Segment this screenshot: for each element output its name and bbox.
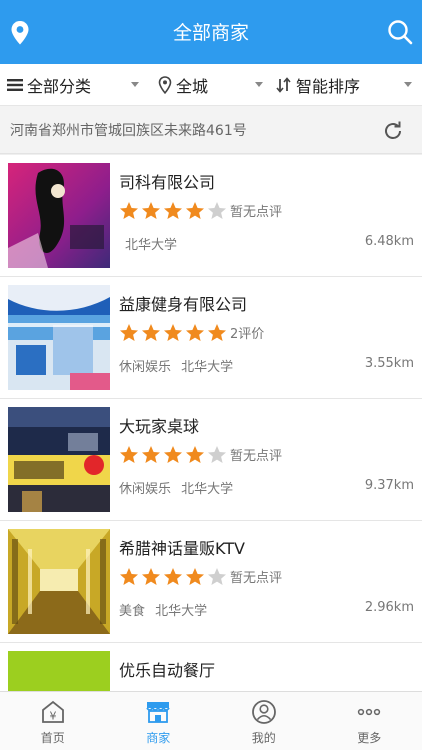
shop-thumbnail xyxy=(8,407,110,512)
tab-home[interactable]: ¥ 首页 xyxy=(0,692,106,750)
more-icon xyxy=(358,708,381,716)
shop-list: 司科有限公司 暂无点评 北华大学 6.48km 益康健身有限公司 2评价 休闲娱… xyxy=(0,155,422,691)
rating-stars xyxy=(119,445,229,465)
tab-label: 首页 xyxy=(40,731,65,745)
filter-bar: 全部分类 全城 智能排序 xyxy=(0,64,422,106)
shop-tag: 休闲娱乐 xyxy=(119,360,172,375)
shop-tags: 北华大学 xyxy=(125,234,183,253)
area-filter-label: 全城 xyxy=(176,77,209,96)
rating-stars xyxy=(119,323,229,343)
star-icon xyxy=(142,324,160,341)
shop-name: 希腊神话量贩KTV xyxy=(119,539,245,558)
shop-tag: 北华大学 xyxy=(155,604,208,619)
star-icon xyxy=(120,568,138,585)
shop-tag: 北华大学 xyxy=(125,238,178,253)
star-icon xyxy=(120,446,138,463)
shop-tags: 休闲娱乐 北华大学 xyxy=(119,356,239,375)
store-icon xyxy=(146,702,170,723)
tab-more[interactable]: 更多 xyxy=(317,692,422,750)
search-icon[interactable] xyxy=(387,19,413,45)
star-icon xyxy=(120,202,138,219)
chevron-down-icon xyxy=(255,82,263,87)
shop-distance: 3.55km xyxy=(364,356,414,371)
star-icon xyxy=(120,324,138,341)
star-icon xyxy=(164,324,182,341)
shop-item[interactable]: 司科有限公司 暂无点评 北华大学 6.48km xyxy=(0,155,422,277)
star-icon xyxy=(164,202,182,219)
rating-stars xyxy=(119,567,229,587)
shop-thumbnail xyxy=(8,651,110,691)
shop-distance: 2.96km xyxy=(364,600,414,615)
home-icon: ¥ xyxy=(41,700,64,723)
area-filter[interactable]: 全城 xyxy=(158,64,208,106)
shop-name: 大玩家桌球 xyxy=(119,417,200,436)
review-count: 2评价 xyxy=(230,327,265,342)
sort-icon xyxy=(276,77,291,93)
bottom-tab-bar: ¥ 首页 商家 我的 更多 xyxy=(0,691,422,750)
star-icon xyxy=(142,202,160,219)
category-filter-label: 全部分类 xyxy=(27,77,92,96)
star-icon xyxy=(186,324,204,341)
app-header: 全部商家 xyxy=(0,0,422,64)
star-empty-icon xyxy=(208,568,226,585)
star-icon xyxy=(164,568,182,585)
chevron-down-icon xyxy=(404,82,412,87)
sort-filter-label: 智能排序 xyxy=(296,77,361,96)
current-address: 河南省郑州市管城回族区未来路461号 xyxy=(10,123,247,139)
location-icon xyxy=(158,76,172,94)
shop-name: 益康健身有限公司 xyxy=(119,295,248,314)
star-empty-icon xyxy=(208,202,226,219)
shop-thumbnail xyxy=(8,285,110,390)
tab-label: 我的 xyxy=(251,731,276,745)
shop-tags: 美食 北华大学 xyxy=(119,600,213,619)
refresh-icon[interactable] xyxy=(382,120,404,142)
tab-shops[interactable]: 商家 xyxy=(106,692,212,750)
review-count: 暂无点评 xyxy=(230,205,283,220)
star-icon xyxy=(142,568,160,585)
star-icon xyxy=(142,446,160,463)
star-empty-icon xyxy=(208,446,226,463)
shop-tag: 美食 xyxy=(119,604,146,619)
review-count: 暂无点评 xyxy=(230,449,283,464)
shop-tag: 北华大学 xyxy=(181,482,234,497)
sort-filter[interactable]: 智能排序 xyxy=(276,64,360,106)
chevron-down-icon xyxy=(131,82,139,87)
shop-tag: 休闲娱乐 xyxy=(119,482,172,497)
shop-distance: 9.37km xyxy=(364,478,414,493)
shop-tags: 休闲娱乐 北华大学 xyxy=(119,478,239,497)
shop-name: 司科有限公司 xyxy=(119,173,216,192)
rating-stars xyxy=(119,201,229,221)
shop-tag: 北华大学 xyxy=(181,360,234,375)
star-icon xyxy=(186,202,204,219)
tab-label: 更多 xyxy=(357,731,382,745)
address-bar: 河南省郑州市管城回族区未来路461号 xyxy=(0,106,422,154)
review-count: 暂无点评 xyxy=(230,571,283,586)
page-title: 全部商家 xyxy=(172,22,249,44)
category-filter[interactable]: 全部分类 xyxy=(7,64,91,106)
shop-distance: 6.48km xyxy=(364,234,414,249)
shop-name: 优乐自动餐厅 xyxy=(119,661,216,680)
shop-item[interactable]: 希腊神话量贩KTV 暂无点评 美食 北华大学 2.96km xyxy=(0,521,422,643)
star-icon xyxy=(186,568,204,585)
shop-thumbnail xyxy=(8,163,110,268)
svg-text:¥: ¥ xyxy=(49,710,56,723)
list-icon xyxy=(7,79,23,91)
shop-item[interactable]: 优乐自动餐厅 xyxy=(0,643,422,691)
star-icon xyxy=(186,446,204,463)
shop-item[interactable]: 大玩家桌球 暂无点评 休闲娱乐 北华大学 9.37km xyxy=(0,399,422,521)
tab-label: 商家 xyxy=(146,731,171,745)
star-icon xyxy=(208,324,226,341)
shop-item[interactable]: 益康健身有限公司 2评价 休闲娱乐 北华大学 3.55km xyxy=(0,277,422,399)
user-icon xyxy=(251,700,276,724)
star-icon xyxy=(164,446,182,463)
tab-mine[interactable]: 我的 xyxy=(211,692,317,750)
shop-thumbnail xyxy=(8,529,110,634)
